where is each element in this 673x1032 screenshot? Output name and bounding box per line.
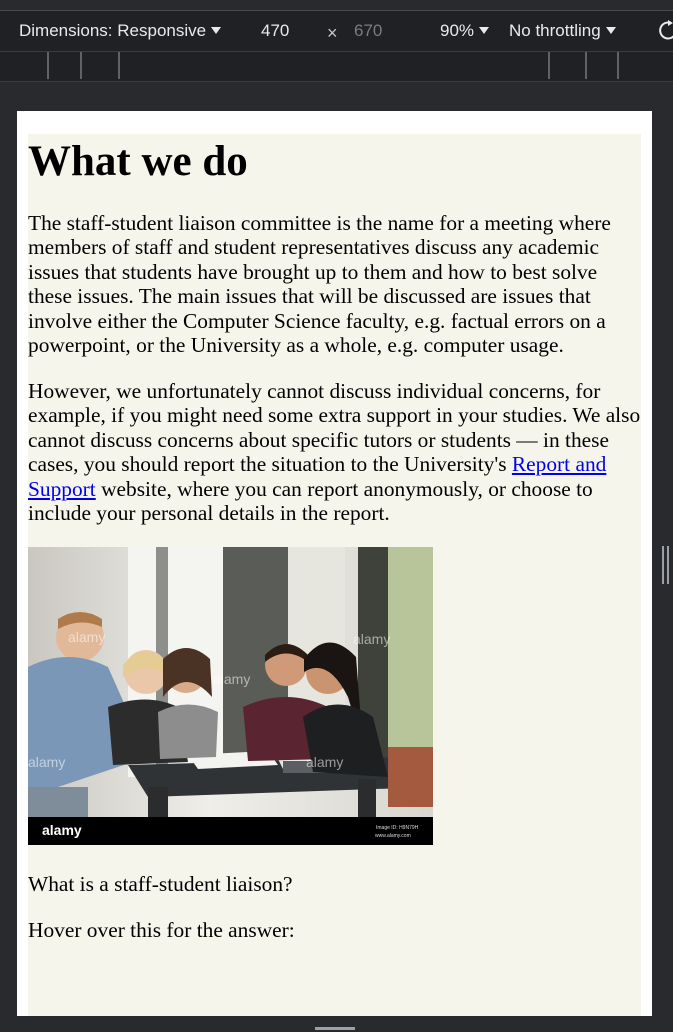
image-site: www.alamy.com <box>375 833 411 839</box>
resize-handle-right[interactable] <box>662 546 670 584</box>
throttling-label: No throttling <box>509 21 601 40</box>
dropdown-caret-icon <box>479 27 490 34</box>
ruler-tick <box>80 52 82 79</box>
page-title: What we do <box>28 138 248 185</box>
ruler-tick <box>118 52 120 79</box>
dimensions-dropdown[interactable]: Dimensions: Responsive <box>19 21 222 41</box>
device-toolbar: Dimensions: Responsive 470 × 670 90% No … <box>0 11 673 51</box>
dimension-separator: × <box>327 23 338 43</box>
image-id: Image ID: H9N79H <box>376 825 419 831</box>
dropdown-caret-icon <box>211 27 222 34</box>
photo-watermark: alamy <box>28 754 65 770</box>
zoom-dropdown[interactable]: 90% <box>440 21 490 41</box>
photo-watermark: alamy <box>68 629 105 645</box>
page-content: What we do The staff-student liaison com… <box>28 134 641 1016</box>
alamy-logo: alamy <box>42 822 82 838</box>
zoom-label: 90% <box>440 21 475 40</box>
photo-watermark: alamy <box>353 631 390 647</box>
intro-paragraph: The staff-student liaison committee is t… <box>28 211 611 358</box>
dropdown-caret-icon <box>605 27 616 34</box>
ruler-tick <box>47 52 49 79</box>
hover-answer-prompt[interactable]: Hover over this for the answer: <box>28 918 295 942</box>
concerns-text-after: website, where you can report anonymousl… <box>28 476 593 526</box>
ruler-tick <box>585 52 587 79</box>
resize-handle-bottom[interactable] <box>315 1027 355 1030</box>
photo-watermark: alamy <box>213 671 250 687</box>
height-input[interactable]: 670 <box>354 21 382 41</box>
ruler-tick <box>617 52 619 79</box>
width-input[interactable]: 470 <box>261 21 289 41</box>
photo-watermark: alamy <box>306 754 343 770</box>
rotate-icon[interactable] <box>658 19 673 41</box>
dimensions-label: Dimensions: Responsive <box>19 21 207 40</box>
throttling-dropdown[interactable]: No throttling <box>509 21 616 41</box>
device-viewport: What we do The staff-student liaison com… <box>17 111 652 1016</box>
students-photo: alamy alamy alamy alamy alamy alamy Imag… <box>28 547 433 845</box>
liaison-question: What is a staff-student liaison? <box>28 872 293 896</box>
media-query-bar <box>0 51 673 82</box>
ruler-tick <box>548 52 550 79</box>
concerns-paragraph: However, we unfortunately cannot discuss… <box>28 379 641 525</box>
